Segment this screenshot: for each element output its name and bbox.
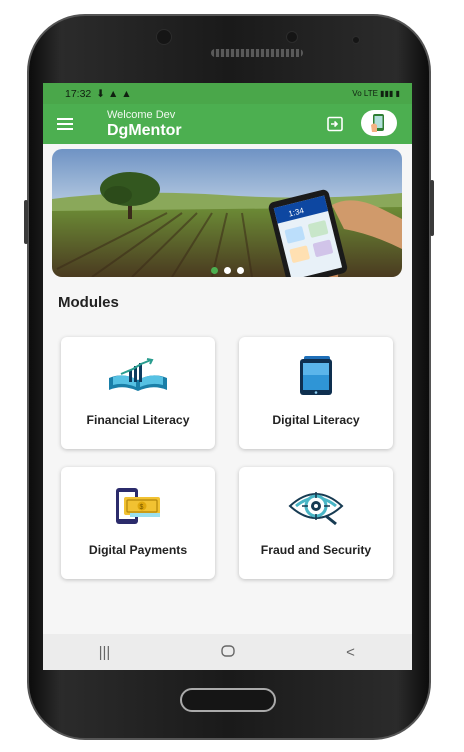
module-label: Financial Literacy — [86, 413, 190, 427]
hardware-home-button[interactable] — [180, 688, 276, 712]
home-button-icon[interactable] — [208, 644, 248, 661]
module-card-digital-payments[interactable]: $ Digital Payments — [61, 467, 215, 579]
power-button — [430, 180, 434, 236]
app-screen: 17:32 ⬇ ▲ ▲ Vo LTE ▮▮▮ ▮ Welcome Dev DgM… — [43, 83, 412, 670]
signal-battery-icons: Vo LTE ▮▮▮ ▮ — [352, 89, 400, 98]
phone-hand-icon — [371, 114, 384, 132]
app-title: DgMentor — [107, 121, 182, 139]
carousel-dots — [52, 267, 402, 274]
back-button-icon[interactable]: < — [331, 644, 371, 661]
app-bar: Welcome Dev DgMentor — [43, 104, 412, 144]
module-label: Digital Payments — [88, 543, 188, 557]
module-card-fraud-and-security[interactable]: Fraud and Security — [239, 467, 393, 579]
front-camera-icon — [156, 29, 172, 45]
volume-button — [24, 200, 28, 244]
image-carousel[interactable]: 1:34 — [52, 149, 402, 277]
module-card-digital-literacy[interactable]: Digital Literacy — [239, 337, 393, 449]
farmer-with-phone-image: 1:34 — [52, 149, 402, 277]
carousel-dot[interactable] — [223, 267, 231, 274]
status-bar: 17:32 ⬇ ▲ ▲ Vo LTE ▮▮▮ ▮ — [43, 83, 412, 104]
tablet-icon — [300, 356, 332, 395]
recents-button-icon[interactable]: ||| — [85, 644, 125, 661]
module-label: Fraud and Security — [260, 543, 372, 557]
logout-icon[interactable] — [326, 115, 344, 133]
system-navigation-bar: ||| < — [43, 634, 412, 670]
carousel-dot[interactable] — [236, 267, 244, 274]
sensor-icon — [286, 31, 298, 43]
welcome-text: Welcome Dev — [107, 108, 176, 121]
notification-icons: ⬇ ▲ ▲ — [96, 87, 132, 100]
svg-text:$: $ — [140, 504, 144, 511]
profile-avatar-button[interactable] — [361, 110, 397, 136]
carousel-dot[interactable] — [210, 267, 218, 274]
module-card-financial-literacy[interactable]: Financial Literacy — [61, 337, 215, 449]
phone-cash-icon: $ — [116, 488, 160, 524]
earpiece-speaker — [211, 49, 303, 57]
status-time: 17:32 — [65, 87, 92, 100]
open-book-chart-icon — [109, 358, 167, 391]
eye-target-icon — [288, 492, 344, 526]
hamburger-menu-icon[interactable] — [57, 113, 79, 135]
modules-heading: Modules — [58, 294, 119, 311]
module-label: Digital Literacy — [272, 413, 360, 427]
proximity-sensor-icon — [352, 36, 360, 44]
